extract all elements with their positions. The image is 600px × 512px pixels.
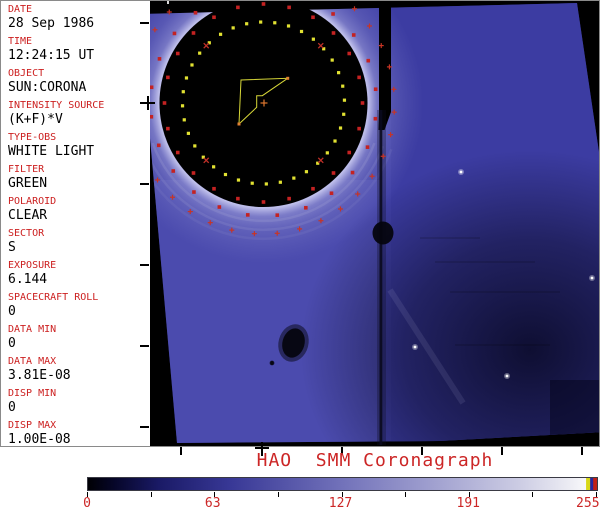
coronagraph-viewer-window: DATE 28 Sep 1986 TIME 12:24:15 UT OBJECT SUN:… [0, 0, 600, 512]
field-label: DATA MIN [8, 324, 57, 335]
metadata-field: TYPE-OBS WHITE LIGHT [8, 131, 148, 163]
metadata-field: EXPOSURE 6.144 [8, 259, 148, 291]
field-value: 3.81E-08 [8, 368, 71, 383]
field-label: EXPOSURE [8, 260, 57, 271]
field-label: DATA MAX [8, 356, 57, 367]
field-value: CLEAR [8, 208, 48, 223]
field-label: FILTER [8, 164, 45, 175]
metadata-field: DISP MIN 0 [8, 387, 148, 419]
field-label: TIME [8, 36, 33, 47]
metadata-sidebar: DATE 28 Sep 1986 TIME 12:24:15 UT OBJECT SUN:… [0, 0, 148, 447]
field-value: GREEN [8, 176, 48, 191]
metadata-field: INTENSITY SOURCE (K+F)*V [8, 99, 148, 131]
colorbar-tick-label: 0 [83, 496, 91, 511]
field-value: WHITE LIGHT [8, 144, 95, 159]
field-label: DISP MAX [8, 420, 57, 431]
field-value: 0 [8, 400, 16, 415]
metadata-field: DATA MAX 3.81E-08 [8, 355, 148, 387]
colorbar-tick-label: 191 [456, 496, 480, 511]
field-label: TYPE-OBS [8, 132, 57, 143]
colorbar [87, 477, 598, 491]
field-value: S [8, 240, 16, 255]
metadata-field: OBJECT SUN:CORONA [8, 67, 148, 99]
colorbar-tick [277, 492, 279, 497]
field-value: 0 [8, 304, 16, 319]
axis-cross [255, 447, 269, 449]
colorbar-tick [150, 492, 152, 497]
field-label: INTENSITY SOURCE [8, 100, 105, 111]
metadata-field: DATA MIN 0 [8, 323, 148, 355]
field-value: 28 Sep 1986 [8, 16, 95, 31]
metadata-field: FILTER GREEN [8, 163, 148, 195]
metadata-field: SECTOR S [8, 227, 148, 259]
colorbar-tick [405, 492, 407, 497]
colorbar-tick-label: 63 [204, 496, 221, 511]
metadata-field: DISP MAX 1.00E-08 [8, 419, 148, 451]
field-value: 1.00E-08 [8, 432, 71, 447]
field-value: 0 [8, 336, 16, 351]
field-value: (K+F)*V [8, 112, 63, 127]
metadata-field: POLAROID CLEAR [8, 195, 148, 227]
metadata-field: TIME 12:24:15 UT [8, 35, 148, 67]
image-caption: HAO SMM Coronagraph [256, 450, 494, 471]
metadata-field: DATE 28 Sep 1986 [8, 3, 148, 35]
colorbar-tick-label: 127 [328, 496, 353, 511]
field-label: DISP MIN [8, 388, 57, 399]
field-value: 6.144 [8, 272, 48, 287]
field-label: OBJECT [8, 68, 45, 79]
field-label: SPACECRAFT ROLL [8, 292, 99, 303]
colorbar-tick-label: 255 [576, 496, 600, 511]
coronagraph-image [150, 0, 600, 447]
coronagraph-scene-canvas [150, 0, 600, 447]
field-value: 12:24:15 UT [8, 48, 95, 63]
field-label: POLAROID [8, 196, 57, 207]
field-label: SECTOR [8, 228, 45, 239]
field-label: DATE [8, 4, 33, 15]
field-value: SUN:CORONA [8, 80, 87, 95]
colorbar-tick [532, 492, 534, 497]
metadata-field: SPACECRAFT ROLL 0 [8, 291, 148, 323]
